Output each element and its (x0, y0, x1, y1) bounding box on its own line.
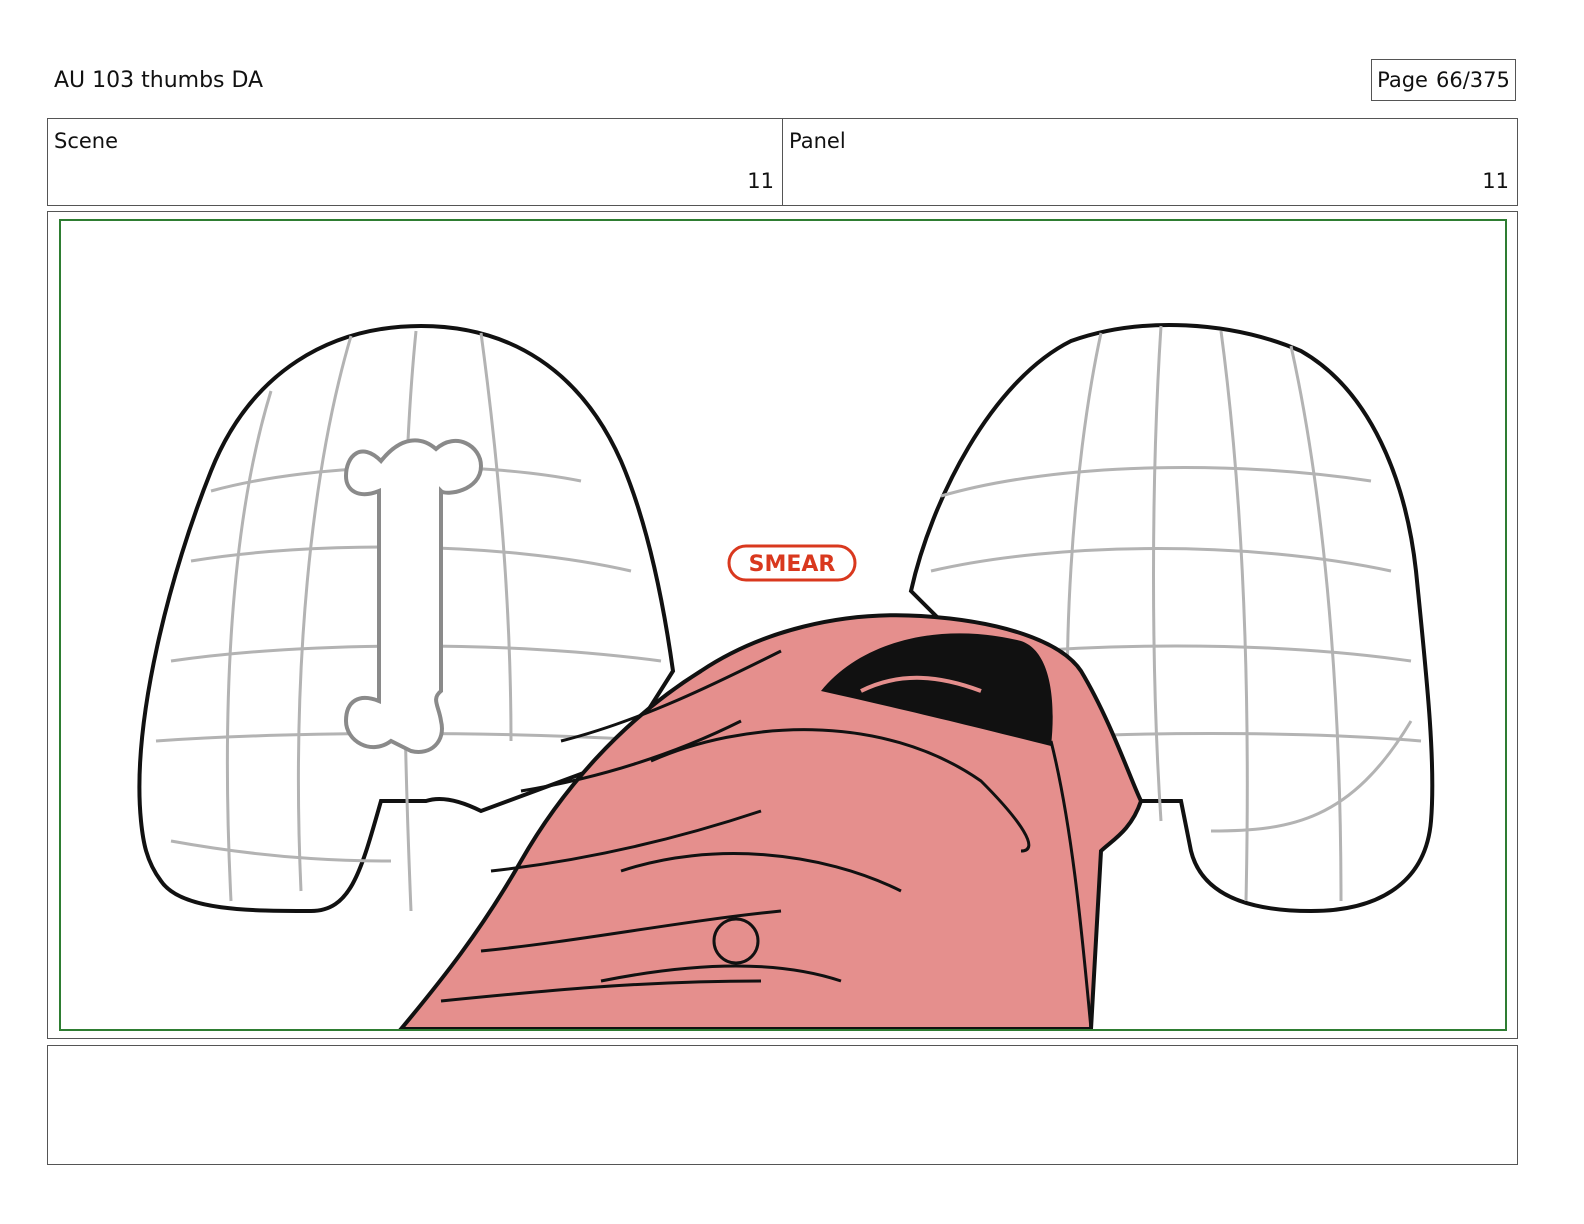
page-label: Page (1377, 68, 1428, 92)
storyboard-image: SMEAR (59, 219, 1507, 1031)
scene-cell: Scene 11 (48, 119, 782, 205)
scene-label: Scene (54, 129, 119, 153)
smear-annotation: SMEAR (727, 544, 857, 582)
panel-number: 11 (1482, 169, 1509, 193)
dog-eye-shape (712, 917, 760, 965)
notes-field (47, 1045, 1518, 1165)
storyboard-drawing: SMEAR (137, 322, 1435, 1029)
panel-cell: Panel 11 (782, 119, 1517, 205)
smear-label: SMEAR (749, 552, 836, 577)
scene-number: 11 (747, 169, 774, 193)
page-indicator: Page 66/375 (1371, 59, 1516, 101)
page-number: 66/375 (1435, 68, 1510, 92)
document-title: AU 103 thumbs DA (54, 68, 264, 93)
scene-panel-header: Scene 11 Panel 11 (47, 118, 1518, 206)
panel-label: Panel (789, 129, 846, 153)
